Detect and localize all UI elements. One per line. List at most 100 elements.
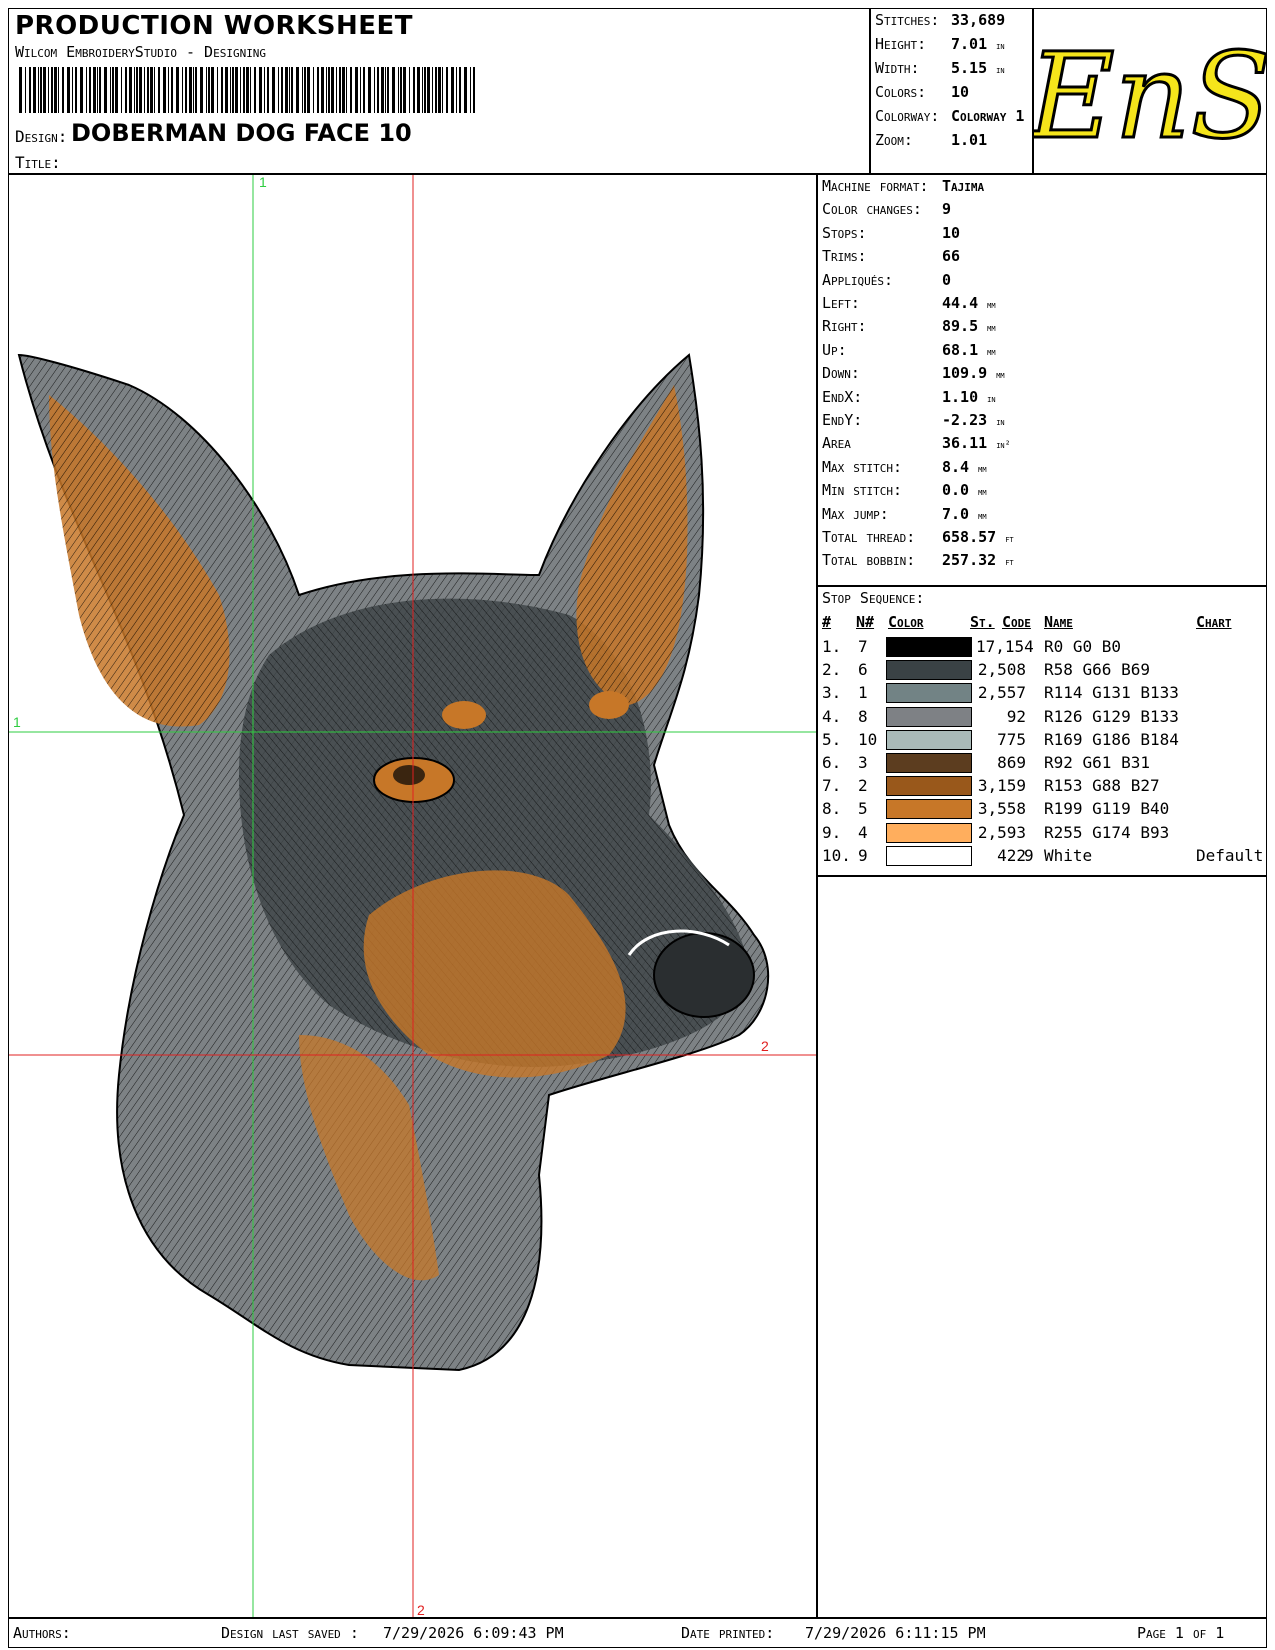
stat-label: Total bobbin: bbox=[822, 551, 916, 570]
stat-value: 1.10 bbox=[942, 387, 979, 406]
stop-stitches: 2,508 bbox=[977, 660, 1026, 680]
col-header-code: Code bbox=[1002, 613, 1031, 631]
stop-row: 4. 8 92 R126 G129 B133 bbox=[818, 705, 1266, 729]
stat-row: Up: 68.1 mm bbox=[822, 341, 996, 359]
stat-value: Tajima bbox=[942, 177, 985, 195]
stop-row: 1. 7 17,154 R0 G0 B0 bbox=[818, 635, 1266, 659]
stat-row: Total thread: 658.57 ft bbox=[822, 528, 1014, 546]
stat-label: Right: bbox=[822, 317, 867, 336]
stat-value: 8.4 bbox=[942, 457, 970, 476]
stop-row: 10. 9 422 9 White Default bbox=[818, 844, 1266, 868]
stat-label: Stops: bbox=[822, 223, 867, 242]
stop-needle: 5 bbox=[858, 799, 868, 819]
color-swatch bbox=[886, 822, 972, 843]
stat-label: EndY: bbox=[822, 411, 863, 429]
summary-row: Zoom: 1.01 bbox=[875, 131, 988, 149]
worksheet-title: PRODUCTION WORKSHEET bbox=[15, 11, 413, 41]
stop-needle: 7 bbox=[858, 637, 868, 656]
stop-index: 7. bbox=[822, 776, 842, 796]
color-swatch bbox=[886, 753, 972, 773]
saved-label: Design last saved : bbox=[221, 1624, 359, 1642]
stat-row: Right: 89.5 mm bbox=[822, 317, 996, 335]
guide-label-v1: 1 bbox=[259, 175, 267, 190]
stat-label: Down: bbox=[822, 364, 860, 383]
stop-code: 9 bbox=[1024, 845, 1034, 865]
brand-logo: EnS bbox=[1025, 8, 1273, 174]
stat-label: Appliqués: bbox=[822, 270, 894, 289]
stat-label: Max jump: bbox=[822, 504, 889, 523]
summary-row: Width: 5.15 in bbox=[875, 59, 1005, 77]
stop-index: 8. bbox=[822, 799, 842, 819]
empty-panel bbox=[817, 876, 1267, 1618]
stop-needle: 1 bbox=[858, 683, 868, 703]
stop-needle: 6 bbox=[858, 660, 868, 680]
stop-stitches: 2,557 bbox=[977, 683, 1026, 703]
color-swatch bbox=[886, 660, 972, 681]
stop-index: 4. bbox=[822, 706, 842, 726]
stat-value: 36.11 bbox=[942, 434, 988, 453]
stat-row: EndY: -2.23 in bbox=[822, 411, 1005, 429]
stop-stitches: 775 bbox=[997, 729, 1026, 749]
stop-needle: 10 bbox=[858, 729, 878, 749]
stat-unit: mm bbox=[978, 463, 987, 475]
stat-unit: mm bbox=[987, 300, 996, 311]
stat-unit: mm bbox=[996, 370, 1005, 382]
stat-label: Total thread: bbox=[822, 528, 916, 546]
stop-chart: Default bbox=[1196, 845, 1264, 865]
printed-value: 7/29/2026 6:11:15 PM bbox=[805, 1624, 986, 1642]
stat-value: 44.4 bbox=[942, 294, 979, 312]
stat-row: Min stitch: 0.0 mm bbox=[822, 481, 987, 499]
stop-index: 6. bbox=[822, 753, 842, 772]
brow-spot-left bbox=[442, 701, 486, 729]
stat-value: 0 bbox=[942, 270, 952, 289]
stat-unit: in bbox=[987, 393, 996, 405]
stat-row: Total bobbin: 257.32 ft bbox=[822, 551, 1014, 569]
stop-row: 7. 2 3,159 R153 G88 B27 bbox=[818, 774, 1266, 798]
stop-index: 10. bbox=[822, 845, 851, 865]
stat-unit: mm bbox=[978, 510, 987, 522]
summary-row: Height: 7.01 in bbox=[875, 35, 1005, 53]
stop-needle: 9 bbox=[858, 845, 868, 865]
stop-name: R58 G66 B69 bbox=[1044, 660, 1150, 680]
stat-value: 9 bbox=[942, 200, 952, 219]
header-panel: PRODUCTION WORKSHEET Wilcom EmbroiderySt… bbox=[8, 8, 870, 174]
stop-needle: 8 bbox=[858, 706, 868, 726]
stop-index: 3. bbox=[822, 683, 842, 703]
stop-row: 5. 10 775 R169 G186 B184 bbox=[818, 728, 1266, 752]
guide-label-v2: 2 bbox=[417, 1602, 425, 1618]
summary-row: Colorway: Colorway 1 bbox=[875, 107, 1025, 125]
brow-spot-right bbox=[589, 691, 629, 719]
stop-name: R92 G61 B31 bbox=[1044, 753, 1150, 772]
stat-row: Trims: 66 bbox=[822, 247, 960, 265]
stop-needle: 2 bbox=[858, 776, 868, 796]
stop-stitches: 869 bbox=[997, 753, 1026, 772]
color-swatch bbox=[886, 729, 972, 750]
stop-sequence-panel: Stop Sequence: # N# Color St. Code Name … bbox=[817, 586, 1267, 876]
stat-label: EndX: bbox=[822, 387, 863, 406]
stat-row: Max stitch: 8.4 mm bbox=[822, 458, 987, 476]
col-header-chart: Chart bbox=[1196, 613, 1232, 631]
software-subtitle: Wilcom EmbroideryStudio - Designing bbox=[15, 43, 267, 61]
stat-label: Area bbox=[822, 434, 851, 453]
stop-name: R126 G129 B133 bbox=[1044, 706, 1179, 726]
summary-row: Colors: 10 bbox=[875, 83, 970, 101]
stat-label: Min stitch: bbox=[822, 481, 903, 500]
title-label: Title: bbox=[15, 153, 61, 172]
stop-index: 9. bbox=[822, 822, 842, 842]
stop-index: 2. bbox=[822, 660, 842, 680]
stat-row: Machine format: Tajima bbox=[822, 177, 984, 195]
page-number: Page 1 of 1 bbox=[1137, 1624, 1225, 1642]
stat-row: Left: 44.4 mm bbox=[822, 294, 996, 312]
stat-row: EndX: 1.10 in bbox=[822, 388, 996, 406]
stat-value: 68.1 bbox=[942, 340, 979, 359]
stat-value: 10 bbox=[942, 223, 961, 242]
color-swatch bbox=[886, 683, 972, 704]
stop-stitches: 3,159 bbox=[977, 776, 1026, 796]
stop-name: R0 G0 B0 bbox=[1044, 637, 1122, 656]
stat-label: Max stitch: bbox=[822, 457, 903, 476]
stop-row: 6. 3 869 R92 G61 B31 bbox=[818, 751, 1266, 775]
stat-value: 7.0 bbox=[942, 504, 970, 523]
stat-label: Up: bbox=[822, 340, 847, 359]
stat-row: Max jump: 7.0 mm bbox=[822, 505, 987, 523]
stop-stitches: 17,154 bbox=[976, 637, 1034, 656]
